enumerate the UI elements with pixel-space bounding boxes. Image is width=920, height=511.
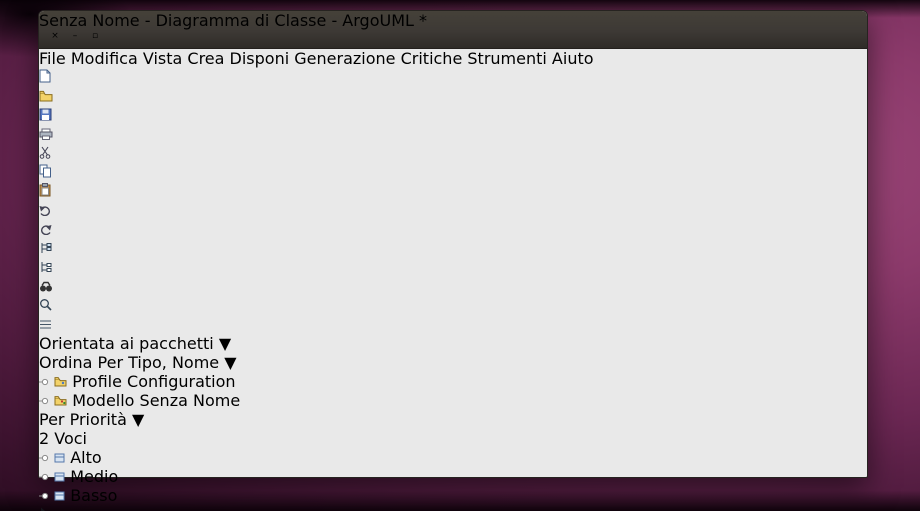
expander-icon[interactable] — [39, 453, 49, 463]
menu-aiuto[interactable]: Aiuto — [552, 49, 594, 68]
perspective-value: Orientata ai pacchetti — [39, 334, 214, 353]
window-controls: × – ▫ — [48, 29, 102, 43]
expander-icon[interactable] — [39, 491, 49, 501]
menu-file[interactable]: File — [39, 49, 66, 68]
todo-row[interactable]: Alto — [39, 448, 867, 467]
chevron-down-icon[interactable]: ▼ — [224, 353, 236, 372]
redo-button[interactable] — [39, 220, 867, 239]
open-button[interactable] — [39, 87, 867, 106]
zoom-button[interactable] — [39, 296, 867, 315]
todo-item-icon — [54, 472, 65, 482]
todo-tree[interactable]: Alto Medio Basso — [39, 448, 867, 505]
main-content: Orientata ai pacchetti ▼ Ordina Per Tipo… — [39, 315, 867, 511]
todo-row[interactable]: Medio — [39, 467, 867, 486]
menu-vista[interactable]: Vista — [143, 49, 182, 68]
todo-item-label: Medio — [70, 467, 118, 486]
chevron-down-icon[interactable]: ▼ — [219, 334, 231, 353]
explorer-tree[interactable]: Profile Configuration Modello Senza Nome — [39, 372, 867, 410]
model-folder-icon — [54, 395, 67, 406]
expander-icon[interactable] — [39, 396, 49, 406]
right-panel: ▲ ▼ ◀ ▶ As — [39, 505, 867, 511]
cut-button[interactable] — [39, 144, 867, 163]
todo-count-label: 2 Voci — [39, 429, 87, 448]
profile-folder-icon — [54, 376, 67, 387]
explorer-pane: Orientata ai pacchetti ▼ Ordina Per Tipo… — [39, 315, 867, 410]
tree-item-label: Profile Configuration — [72, 372, 235, 391]
maximize-button[interactable]: ▫ — [88, 29, 102, 43]
copy-button[interactable] — [39, 163, 867, 182]
menu-modifica[interactable]: Modifica — [71, 49, 138, 68]
new-button[interactable] — [39, 68, 867, 87]
print-button[interactable] — [39, 125, 867, 144]
order-combobox[interactable]: Ordina Per Tipo, Nome ▼ — [39, 353, 867, 372]
todo-filter-combobox[interactable]: Per Priorità ▼ — [39, 410, 867, 429]
tree-row[interactable]: Profile Configuration — [39, 372, 867, 391]
titlebar[interactable]: × – ▫ Senza Nome - Diagramma di Classe -… — [39, 11, 867, 49]
menu-critiche[interactable]: Critiche — [401, 49, 463, 68]
menu-disponi[interactable]: Disponi — [230, 49, 290, 68]
diagram-toolbar — [39, 505, 867, 511]
save-button[interactable] — [39, 106, 867, 125]
perspective-config-icon — [39, 319, 52, 330]
todo-pane: Per Priorità ▼ 2 Voci Alto Medio — [39, 410, 867, 505]
argouml-window: × – ▫ Senza Nome - Diagramma di Classe -… — [38, 10, 868, 478]
minimize-button[interactable]: – — [68, 29, 82, 43]
menu-crea[interactable]: Crea — [187, 49, 224, 68]
menubar: File Modifica Vista Crea Disponi Generaz… — [39, 49, 867, 68]
find-button[interactable] — [39, 277, 867, 296]
todo-item-label: Basso — [70, 486, 117, 505]
order-value: Ordina Per Tipo, Nome — [39, 353, 219, 372]
left-panel: Orientata ai pacchetti ▼ Ordina Per Tipo… — [39, 315, 867, 505]
select-tool-button[interactable] — [39, 505, 867, 511]
todo-filter-value: Per Priorità — [39, 410, 127, 429]
tree-item-label: Modello Senza Nome — [72, 391, 240, 410]
chevron-down-icon[interactable]: ▼ — [132, 410, 144, 429]
expander-icon[interactable] — [39, 472, 49, 482]
paste-button[interactable] — [39, 182, 867, 201]
collapse-tree-button[interactable] — [39, 239, 867, 258]
todo-item-icon — [54, 491, 65, 501]
configure-perspectives-button[interactable] — [39, 315, 867, 334]
window-title: Senza Nome - Diagramma di Classe - ArgoU… — [39, 11, 867, 30]
desktop: { "window": { "title": "Senza Nome - Dia… — [0, 0, 920, 511]
todo-item-icon — [54, 453, 65, 463]
main-toolbar — [39, 68, 867, 315]
undo-button[interactable] — [39, 201, 867, 220]
cursor-arrow-icon — [39, 507, 50, 511]
todo-row[interactable]: Basso — [39, 486, 867, 505]
todo-item-label: Alto — [70, 448, 101, 467]
perspective-combobox[interactable]: Orientata ai pacchetti ▼ — [39, 334, 867, 353]
tree-row[interactable]: Modello Senza Nome — [39, 391, 867, 410]
menu-strumenti[interactable]: Strumenti — [467, 49, 546, 68]
close-button[interactable]: × — [48, 29, 62, 43]
menu-generazione[interactable]: Generazione — [294, 49, 395, 68]
expander-icon[interactable] — [39, 377, 49, 387]
expand-tree-button[interactable] — [39, 258, 867, 277]
